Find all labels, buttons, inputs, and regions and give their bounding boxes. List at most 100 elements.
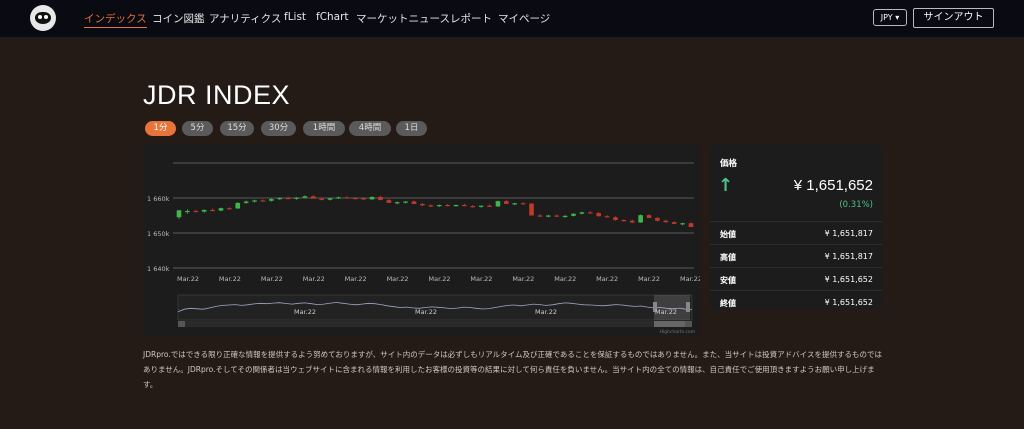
close-label: 終値 <box>720 299 736 308</box>
signout-button[interactable]: サインアウト <box>913 8 994 28</box>
candle-body <box>655 217 660 221</box>
candle-body <box>596 213 601 217</box>
candle-body <box>344 197 350 199</box>
candle-body <box>210 209 215 212</box>
timeframe-5m-button[interactable]: 5分 <box>182 121 213 136</box>
candle-body <box>638 215 643 223</box>
candle-body <box>621 220 627 222</box>
candle-body <box>277 198 283 200</box>
high-row: 高値 ¥ 1,651,817 <box>710 244 882 269</box>
candle-body <box>629 220 635 223</box>
x-tick-label: Mar.22 <box>387 275 409 283</box>
candle-body <box>386 200 392 203</box>
navigator-tick-label: Mar.22 <box>655 308 677 316</box>
close-value: ¥ 1,651,652 <box>824 298 873 307</box>
candle-body <box>201 209 207 212</box>
candlestick-chart[interactable]: 1 660k 1 650k 1 640k Mar.22 Mar.22 Mar.22 Mar… <box>143 145 700 335</box>
candle-body <box>235 202 241 209</box>
nav-item-market-news[interactable]: マーケットニュース <box>356 11 450 26</box>
candle-body <box>252 200 257 202</box>
candle-body <box>562 215 568 218</box>
up-arrow-icon: ↑ <box>718 175 734 196</box>
low-row: 安値 ¥ 1,651,652 <box>710 267 882 292</box>
currency-select[interactable]: JPY ▾ <box>873 9 907 26</box>
candle-body <box>613 217 618 221</box>
navigator-tick-label: Mar.22 <box>415 308 437 316</box>
candle-body <box>470 206 476 208</box>
candle-body <box>579 212 585 214</box>
candle-body <box>185 210 190 213</box>
candle-body <box>529 203 534 216</box>
candle-body <box>285 198 291 200</box>
chart-svg: 1 660k 1 650k 1 640k Mar.22 Mar.22 Mar.22 Mar… <box>147 162 700 335</box>
candle-body <box>445 205 450 207</box>
candle-body <box>411 201 417 204</box>
nav-item-fchart[interactable]: fChart <box>316 11 349 23</box>
candle-body <box>327 198 333 200</box>
current-price: ¥ 1,651,652 <box>793 177 873 194</box>
candle-body <box>428 205 434 207</box>
timeframe-30m-button[interactable]: 30分 <box>261 121 296 136</box>
navigator-tick-label: Mar.22 <box>294 308 316 316</box>
nav-item-coin-guide[interactable]: コイン図鑑 <box>152 11 205 26</box>
price-change: (0.31%) <box>839 200 873 210</box>
nav-item-mypage[interactable]: マイページ <box>498 11 550 26</box>
candle-body <box>587 212 593 214</box>
x-tick-label: Mar.22 <box>303 275 325 283</box>
x-tick-label: Mar.22 <box>177 275 199 283</box>
close-row: 終値 ¥ 1,651,652 <box>710 290 882 315</box>
open-value: ¥ 1,651,817 <box>824 229 873 238</box>
candle-body <box>319 198 324 200</box>
low-label: 安値 <box>720 276 736 285</box>
x-tick-label: Mar.22 <box>638 275 660 283</box>
timeframe-4h-button[interactable]: 4時間 <box>349 121 391 136</box>
nav-item-analytics[interactable]: アナリティクス <box>209 11 281 26</box>
candle-body <box>671 222 677 224</box>
candle-body <box>487 205 492 207</box>
candle-body <box>688 223 694 228</box>
timeframe-1h-button[interactable]: 1時間 <box>303 121 345 136</box>
candle-body <box>227 208 232 210</box>
candle-body <box>369 196 375 200</box>
candle-body <box>310 196 316 199</box>
candle-body <box>378 196 383 201</box>
candle-body <box>243 201 249 203</box>
candle-body <box>663 220 669 223</box>
x-tick-label: Mar.22 <box>470 275 492 283</box>
candle-body <box>554 215 560 217</box>
scrollbar-left-arrow <box>178 321 185 327</box>
candle-body <box>352 198 358 200</box>
high-label: 高値 <box>720 253 736 262</box>
candle-body <box>436 205 442 207</box>
candle-body <box>504 201 509 204</box>
timeframe-1m-button[interactable]: 1分 <box>145 121 176 136</box>
x-tick-label: Mar.22 <box>261 275 283 283</box>
open-row: 始値 ¥ 1,651,817 <box>710 221 882 246</box>
candle-body <box>361 198 366 200</box>
candle-body <box>453 205 459 207</box>
candle-body <box>571 213 576 216</box>
high-value: ¥ 1,651,817 <box>824 252 873 261</box>
nav-item-index[interactable]: インデックス <box>84 11 147 28</box>
candle-body <box>420 203 425 206</box>
timeframe-1d-button[interactable]: 1日 <box>396 121 427 136</box>
candle-body <box>604 216 610 218</box>
nav-item-flist[interactable]: fList <box>284 11 306 23</box>
y-tick-label: 1 660k <box>147 195 170 203</box>
disclaimer-text: JDRpro.ではできる限り正確な情報を提供するよう努めておりますが、サイト内の… <box>143 350 882 389</box>
candle-body <box>193 210 199 213</box>
candle-body <box>302 196 308 198</box>
x-tick-label: Mar.22 <box>428 275 450 283</box>
x-tick-label: Mar.22 <box>596 275 618 283</box>
x-tick-label: Mar.22 <box>219 275 241 283</box>
candle-body <box>495 201 501 207</box>
nav-item-report[interactable]: レポート <box>450 11 492 26</box>
timeframe-15m-button[interactable]: 15分 <box>220 121 254 136</box>
scrollbar-right-arrow <box>685 321 692 327</box>
logo-icon[interactable] <box>30 5 56 31</box>
candle-body <box>546 215 551 217</box>
credits-label: Highcharts.com <box>660 329 695 335</box>
y-tick-label: 1 650k <box>147 230 170 238</box>
y-tick-label: 1 640k <box>147 265 170 273</box>
x-tick-label: Mar.22 <box>554 275 576 283</box>
